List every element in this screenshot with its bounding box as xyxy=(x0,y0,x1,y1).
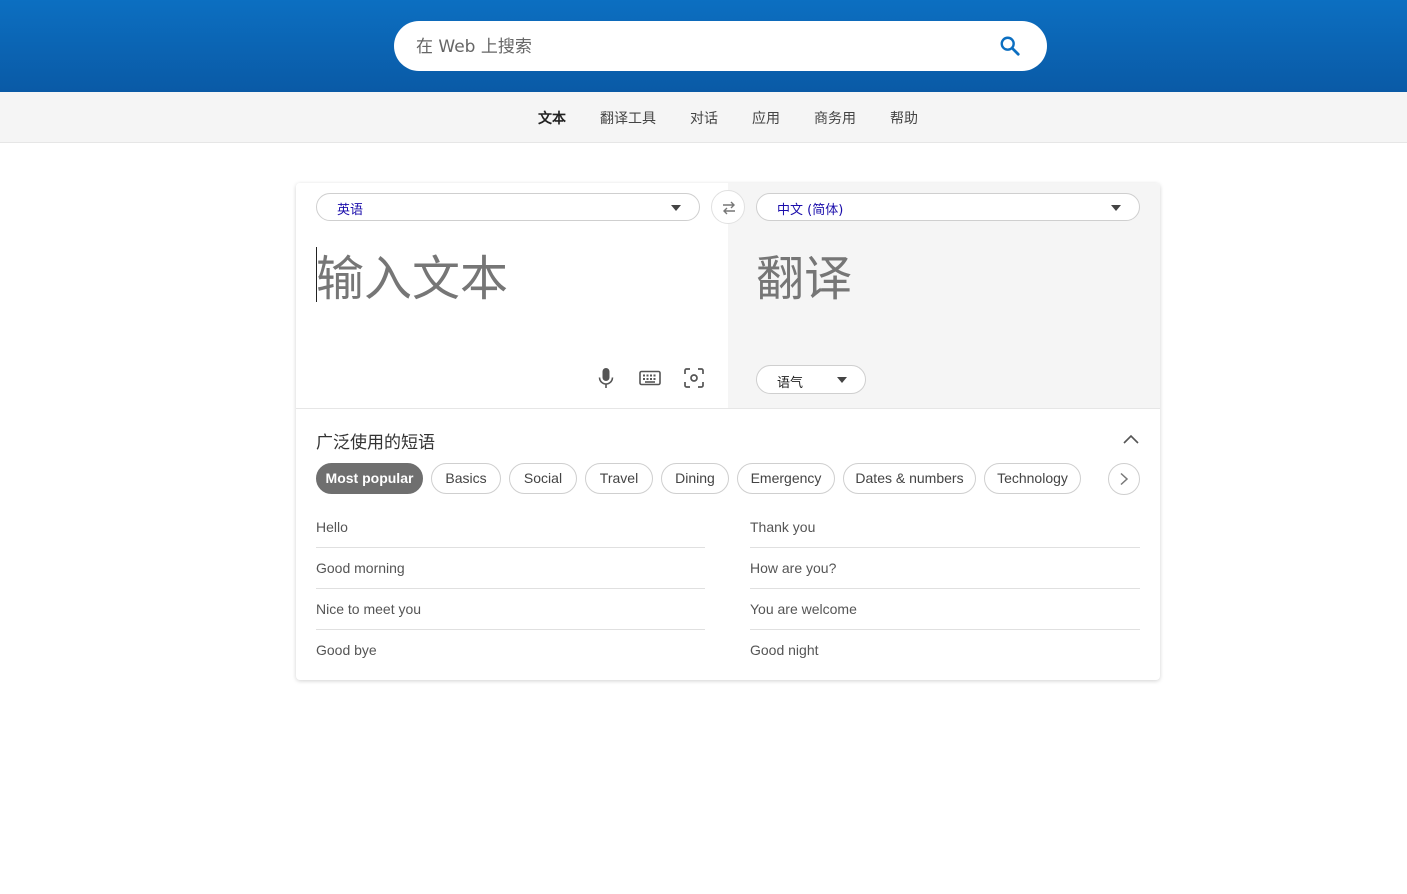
phrase-item[interactable]: Nice to meet you xyxy=(316,589,705,630)
phrase-item[interactable]: Hello xyxy=(316,507,705,548)
chevron-up-icon[interactable] xyxy=(1122,432,1140,446)
nav-text[interactable]: 文本 xyxy=(538,108,566,128)
source-language-select[interactable]: 英语 xyxy=(316,193,700,221)
chips-next-button[interactable] xyxy=(1108,463,1140,495)
phrase-item[interactable]: Good morning xyxy=(316,548,705,589)
nav-bar: 文本 翻译工具 对话 应用 商务用 帮助 xyxy=(0,92,1407,143)
chip-technology[interactable]: Technology xyxy=(984,463,1081,494)
camera-scan-icon[interactable] xyxy=(682,366,706,390)
chevron-right-icon xyxy=(1120,472,1129,486)
chip-most-popular[interactable]: Most popular xyxy=(316,463,423,494)
nav-business[interactable]: 商务用 xyxy=(814,108,856,128)
source-pane: 英语 xyxy=(296,183,728,408)
search-input[interactable] xyxy=(414,33,978,61)
chevron-down-icon xyxy=(671,205,681,211)
phrases-title: 广泛使用的短语 xyxy=(316,433,435,453)
phrase-item[interactable]: Thank you xyxy=(750,507,1140,548)
phrase-item[interactable]: Good bye xyxy=(316,630,705,671)
translation-output: 翻译 xyxy=(756,251,853,307)
chip-dates-numbers[interactable]: Dates & numbers xyxy=(843,463,976,494)
chevron-down-icon xyxy=(837,377,847,383)
swap-languages-button[interactable] xyxy=(711,190,745,224)
divider xyxy=(296,408,1160,409)
chip-social[interactable]: Social xyxy=(509,463,577,494)
target-language-select[interactable]: 中文 (简体) xyxy=(756,193,1140,221)
swap-icon xyxy=(723,201,735,215)
search-box[interactable] xyxy=(394,21,1047,71)
phrase-item[interactable]: Good night xyxy=(750,630,1140,671)
target-language-label: 中文 (简体) xyxy=(777,203,844,218)
chip-emergency[interactable]: Emergency xyxy=(737,463,835,494)
search-icon[interactable] xyxy=(999,35,1021,57)
tone-select[interactable]: 语气 xyxy=(756,365,866,394)
tone-label: 语气 xyxy=(777,376,804,391)
source-text-input[interactable] xyxy=(316,249,716,309)
text-cursor xyxy=(316,247,317,302)
chevron-down-icon xyxy=(1111,205,1121,211)
nav-conversation[interactable]: 对话 xyxy=(690,108,718,128)
nav-help[interactable]: 帮助 xyxy=(890,108,918,128)
chip-travel[interactable]: Travel xyxy=(585,463,653,494)
header-bar xyxy=(0,0,1407,92)
keyboard-icon[interactable] xyxy=(638,366,662,390)
nav-apps[interactable]: 应用 xyxy=(752,108,780,128)
source-language-label: 英语 xyxy=(337,203,364,218)
nav-translator-tools[interactable]: 翻译工具 xyxy=(600,108,656,128)
translator-card: 英语 输入文本 中文 (简体) 翻译 语气 广泛使用的短语 Most popul… xyxy=(296,183,1160,680)
phrase-item[interactable]: How are you? xyxy=(750,548,1140,589)
chip-dining[interactable]: Dining xyxy=(661,463,729,494)
chip-basics[interactable]: Basics xyxy=(431,463,501,494)
microphone-icon[interactable] xyxy=(594,366,618,390)
phrase-item[interactable]: You are welcome xyxy=(750,589,1140,630)
